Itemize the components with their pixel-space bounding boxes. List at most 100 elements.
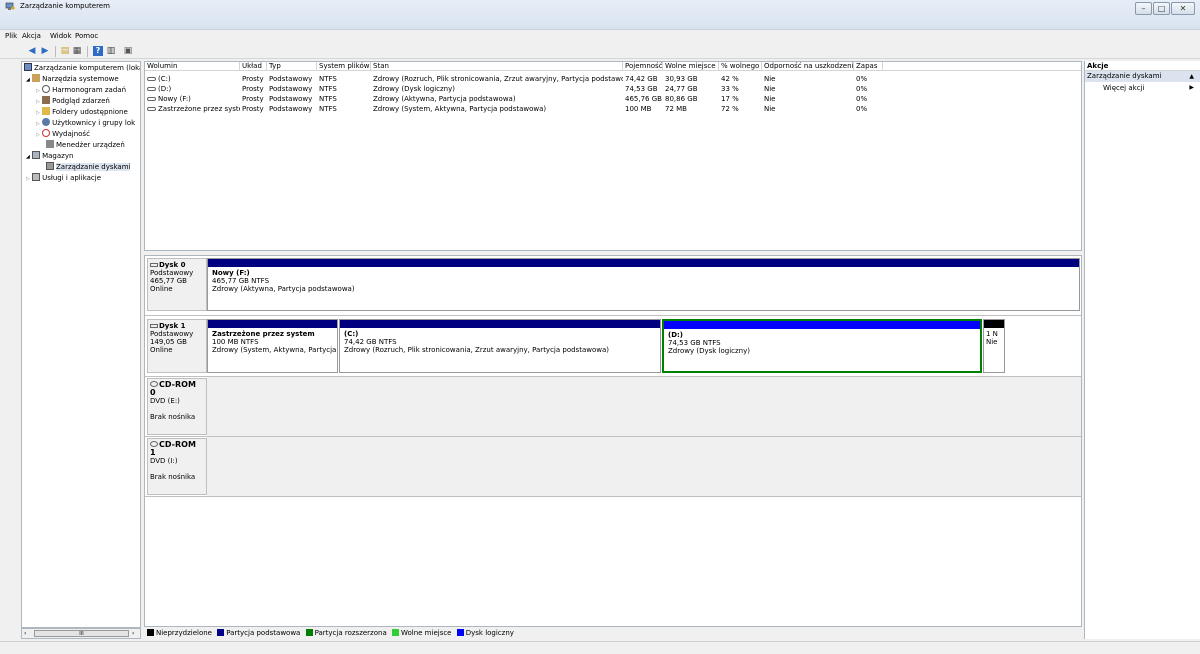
column-header-type[interactable]: Typ: [267, 62, 317, 71]
legend-swatch-free-space: [391, 629, 399, 636]
column-header-filesystem[interactable]: System plików: [317, 62, 371, 71]
disk-name: Dysk 0: [159, 261, 186, 269]
expand-icon[interactable]: ▷: [36, 132, 40, 138]
tree-item-label: Narzędzia systemowe: [42, 75, 119, 83]
partition-unallocated[interactable]: 1 N Nie: [983, 319, 1005, 373]
expand-icon[interactable]: ▷: [26, 176, 30, 182]
expand-icon[interactable]: ▷: [36, 99, 40, 105]
volume-row[interactable]: (D:) Prosty Podstawowy NTFS Zdrowy (Dysk…: [145, 84, 1081, 94]
volume-name: Zastrzeżone przez system: [145, 104, 240, 114]
scroll-right-icon[interactable]: ›: [132, 630, 134, 637]
legend: Nieprzydzielone Partycja podstawowa Part…: [144, 628, 1082, 639]
volume-fault-tolerance: Nie: [764, 75, 776, 83]
collapse-up-icon[interactable]: ▲: [1189, 71, 1194, 82]
volume-type: Podstawowy: [269, 95, 313, 103]
expand-icon[interactable]: ▷: [36, 88, 40, 94]
logical-drive-bar: [664, 321, 980, 329]
properties-icon[interactable]: ▥: [106, 46, 116, 56]
device-manager-icon: [46, 140, 54, 148]
tree-horizontal-scrollbar[interactable]: ‹ III ›: [21, 628, 141, 639]
legend-label: Wolne miejsce: [400, 629, 452, 637]
expand-icon[interactable]: ▷: [36, 121, 40, 127]
submenu-arrow-icon: ▶: [1189, 84, 1194, 91]
column-header-volume[interactable]: Wolumin: [145, 62, 240, 71]
expand-icon[interactable]: ▷: [36, 110, 40, 116]
more-actions-item[interactable]: Więcej akcji ▶: [1085, 82, 1200, 94]
tree-item-storage[interactable]: ◢ Magazyn: [26, 151, 73, 161]
legend-swatch-primary: [217, 629, 225, 636]
partition-nowy-f[interactable]: Nowy (F:) 465,77 GB NTFS Zdrowy (Aktywna…: [207, 258, 1080, 311]
primary-partition-bar: [208, 320, 337, 328]
primary-partition-bar: [340, 320, 660, 328]
tools-icon: [32, 74, 41, 82]
tree-item-system-tools[interactable]: ◢ Narzędzia systemowe: [26, 74, 119, 84]
storage-icon: [32, 151, 41, 159]
collapse-icon[interactable]: ◢: [26, 154, 30, 160]
volume-type: Podstawowy: [269, 85, 313, 93]
scroll-left-icon[interactable]: ‹: [24, 630, 26, 637]
scroll-thumb[interactable]: III: [34, 630, 129, 637]
menu-bar: Plik Akcja Widok Pomoc: [0, 31, 1200, 42]
volume-row[interactable]: Zastrzeżone przez system Prosty Podstawo…: [145, 104, 1081, 114]
cdrom-0-info[interactable]: CD-ROM 0 DVD (E:) Brak nośnika: [147, 378, 207, 435]
collapse-icon[interactable]: ◢: [26, 77, 30, 83]
navigation-tree: Zarządzanie komputerem (lokal ◢ Narzędzi…: [21, 61, 141, 628]
cdrom-icon: [150, 381, 158, 387]
disk-1-info[interactable]: Dysk 1 Podstawowy 149,05 GB Online: [147, 319, 207, 373]
actions-section-disk-management[interactable]: Zarządzanie dyskami ▲: [1085, 71, 1200, 82]
tree-item-task-scheduler[interactable]: ▷ Harmonogram zadań: [36, 85, 126, 95]
column-header-layout[interactable]: Układ: [240, 62, 267, 71]
volume-row[interactable]: Nowy (F:) Prosty Podstawowy NTFS Zdrowy …: [145, 94, 1081, 104]
tree-item-label: Menedżer urządzeń: [56, 141, 125, 149]
disk-status: Online: [150, 346, 173, 354]
event-viewer-icon: [42, 96, 51, 104]
disk-name: Dysk 1: [159, 322, 186, 330]
volume-fault-tolerance: Nie: [764, 105, 776, 113]
column-header-overhead[interactable]: Zapas: [854, 62, 883, 71]
tree-item-disk-management[interactable]: Zarządzanie dyskami: [46, 162, 131, 172]
menu-action[interactable]: Akcja: [22, 32, 41, 40]
tree-item-label: Usługi i aplikacje: [42, 174, 102, 182]
forward-icon[interactable]: ▶: [40, 46, 50, 56]
tree-item-device-manager[interactable]: Menedżer urządzeń: [46, 140, 125, 150]
column-header-capacity[interactable]: Pojemność: [623, 62, 663, 71]
tree-item-event-viewer[interactable]: ▷ Podgląd zdarzeń: [36, 96, 110, 106]
column-header-status[interactable]: Stan: [371, 62, 623, 71]
actions-header: Akcje: [1085, 61, 1200, 71]
scroll-grip-icon: III: [79, 631, 84, 637]
up-folder-icon[interactable]: ▤: [60, 46, 70, 56]
show-pane-icon[interactable]: ▦: [72, 46, 82, 56]
tree-item-performance[interactable]: ▷ Wydajność: [36, 129, 90, 139]
volume-layout: Prosty: [242, 95, 264, 103]
volume-type: Podstawowy: [269, 105, 313, 113]
toolbar: ◀ ▶ ▤ ▦ ? ▥ ▣: [0, 44, 1200, 59]
maximize-button[interactable]: □: [1153, 2, 1170, 15]
disk-icon[interactable]: ▣: [123, 46, 133, 56]
back-icon[interactable]: ◀: [27, 46, 37, 56]
cdrom-1-info[interactable]: CD-ROM 1 DVD (I:) Brak nośnika: [147, 438, 207, 495]
column-header-fault-tolerance[interactable]: Odporność na uszkodzenia: [762, 62, 854, 71]
column-header-percent-free[interactable]: % wolnego: [719, 62, 762, 71]
cdrom-0-empty-area: [207, 377, 1081, 436]
close-button[interactable]: ✕: [1171, 2, 1195, 15]
tree-item-shared-folders[interactable]: ▷ Foldery udostępnione: [36, 107, 128, 117]
minimize-button[interactable]: –: [1135, 2, 1152, 15]
menu-help[interactable]: Pomoc: [75, 32, 98, 40]
disk-icon: [150, 263, 158, 267]
partition-c[interactable]: (C:) 74,42 GB NTFS Zdrowy (Rozruch, Plik…: [339, 319, 661, 373]
volume-percent-free: 42 %: [721, 75, 739, 83]
partition-system-reserved[interactable]: Zastrzeżone przez system 100 MB NTFS Zdr…: [207, 319, 338, 373]
volume-row[interactable]: (C:) Prosty Podstawowy NTFS Zdrowy (Rozr…: [145, 74, 1081, 84]
partition-d[interactable]: (D:) 74,53 GB NTFS Zdrowy (Dysk logiczny…: [662, 319, 982, 373]
tree-item-users-groups[interactable]: ▷ Użytkownicy i grupy lok: [36, 118, 135, 128]
tree-item-computer-management[interactable]: Zarządzanie komputerem (lokal: [24, 63, 140, 73]
help-icon[interactable]: ?: [93, 46, 103, 56]
column-header-free-space[interactable]: Wolne miejsce: [663, 62, 719, 71]
tree-item-services-applications[interactable]: ▷ Usługi i aplikacje: [26, 173, 101, 183]
disk-0-info[interactable]: Dysk 0 Podstawowy 465,77 GB Online: [147, 258, 207, 311]
menu-file[interactable]: Plik: [5, 32, 17, 40]
partition-size: 1 N: [986, 330, 998, 338]
menu-view[interactable]: Widok: [50, 32, 72, 40]
row-divider: [145, 496, 1081, 497]
volume-status: Zdrowy (Dysk logiczny): [373, 85, 455, 93]
